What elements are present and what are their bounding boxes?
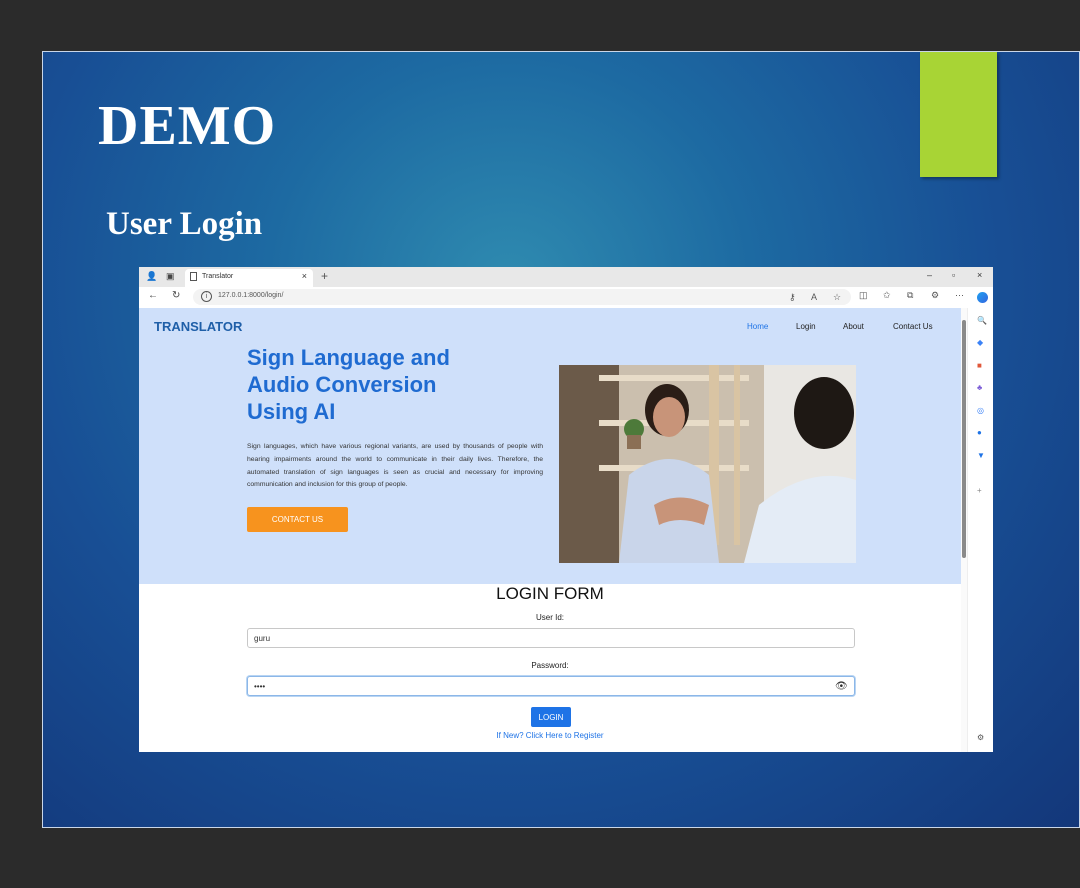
close-window-button[interactable]: × (977, 270, 982, 280)
hero-section: TRANSLATOR Home Login About Contact Us S… (139, 308, 961, 584)
brand-logo[interactable]: TRANSLATOR (154, 319, 242, 334)
favorites-icon[interactable]: ✩ (883, 290, 891, 301)
login-button[interactable]: LOGIN (531, 707, 571, 727)
scrollbar-thumb[interactable] (962, 320, 966, 558)
login-form-title: LOGIN FORM (496, 584, 604, 603)
browser-side-panel: 🔍 ◆ ■ ♣ ◎ ● ▼ + ⚙ (967, 308, 993, 752)
browser-window: 👤 ▣ Translator × + – ▫ × ← ↻ i 127.0.0.1… (139, 267, 993, 752)
refresh-icon[interactable]: ↻ (172, 290, 180, 301)
split-screen-icon[interactable]: ◫ (859, 290, 868, 301)
accent-rectangle (920, 52, 997, 177)
add-icon[interactable]: + (977, 486, 982, 495)
web-page: TRANSLATOR Home Login About Contact Us S… (139, 308, 961, 752)
register-link[interactable]: If New? Click Here to Register (139, 731, 961, 740)
more-menu-icon[interactable]: ⋯ (955, 290, 964, 301)
hero-photo (559, 365, 856, 563)
nav-about[interactable]: About (843, 322, 864, 331)
outlook-icon[interactable]: ● (977, 428, 982, 437)
back-icon[interactable]: ← (148, 290, 158, 301)
tab-actions-icon[interactable]: ▣ (166, 271, 175, 282)
search-icon[interactable]: 🔍 (977, 316, 987, 325)
key-icon[interactable]: ⚷ (789, 292, 796, 303)
userid-label: User Id: (535, 613, 564, 622)
nav-home[interactable]: Home (747, 322, 768, 331)
userid-input[interactable]: guru (247, 628, 855, 648)
briefcase-icon[interactable]: ■ (977, 361, 982, 370)
presentation-slide: DEMO User Login 👤 ▣ Translator × + – ▫ ×… (42, 51, 1080, 828)
browser-tab[interactable]: Translator × (185, 269, 313, 287)
address-bar-row: ← ↻ i 127.0.0.1:8000/login/ ⚷ A ☆ ◫ ✩ ⧉ … (139, 287, 993, 309)
slide-subtitle: User Login (106, 206, 263, 242)
slide-title: DEMO (98, 95, 277, 157)
nav-contact-us[interactable]: Contact Us (893, 322, 933, 331)
hero-description: Sign languages, which have various regio… (247, 443, 543, 489)
nav-login[interactable]: Login (796, 322, 816, 331)
new-tab-button[interactable]: + (321, 269, 328, 283)
sign-language-photo-illustration (559, 365, 856, 563)
show-password-eye-icon[interactable]: 👁 (835, 681, 848, 692)
password-input[interactable]: •••• (247, 676, 855, 696)
url-input[interactable]: i 127.0.0.1:8000/login/ ⚷ A ☆ (193, 289, 851, 305)
info-icon[interactable]: i (201, 291, 212, 302)
page-icon (190, 272, 197, 281)
recycle-icon[interactable]: ◎ (977, 406, 984, 415)
collections-icon[interactable]: ⧉ (907, 290, 913, 301)
tag-icon[interactable]: ◆ (977, 338, 983, 347)
url-text: 127.0.0.1:8000/login/ (218, 292, 284, 299)
read-aloud-icon[interactable]: A (811, 292, 817, 302)
settings-icon[interactable]: ⚙ (977, 733, 984, 742)
people-icon[interactable]: ♣ (977, 383, 982, 392)
tab-close-icon[interactable]: × (302, 271, 307, 281)
shopping-icon[interactable]: ▼ (977, 451, 985, 460)
hero-heading: Sign Language and Audio Conversion Using… (247, 345, 450, 424)
profile-icon[interactable]: 👤 (146, 271, 157, 282)
password-label: Password: (531, 661, 569, 670)
tab-title: Translator (202, 273, 234, 280)
copilot-icon[interactable] (977, 292, 988, 303)
contact-us-button[interactable]: CONTACT US (247, 507, 348, 532)
extensions-icon[interactable]: ⚙ (931, 290, 939, 301)
minimize-button[interactable]: – (927, 270, 932, 280)
favorite-star-icon[interactable]: ☆ (833, 292, 841, 303)
restore-button[interactable]: ▫ (952, 270, 955, 280)
tab-bar: 👤 ▣ Translator × + – ▫ × (139, 267, 993, 287)
